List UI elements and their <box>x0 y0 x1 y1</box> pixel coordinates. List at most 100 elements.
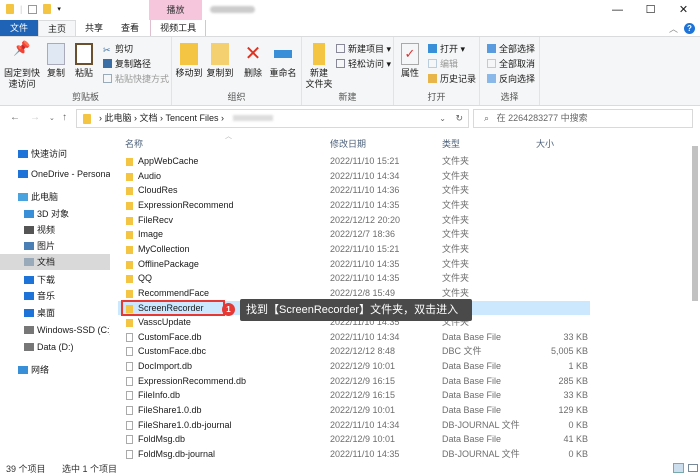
file-row[interactable]: CloudRes 2022/11/10 14:36 文件夹 <box>118 183 590 198</box>
easy-access-button[interactable]: 轻松访问 ▾ <box>336 57 391 71</box>
details-view-button[interactable] <box>673 463 684 473</box>
rename-button[interactable]: 重命名 <box>268 43 298 79</box>
invert-selection-button[interactable]: 反向选择 <box>487 72 535 86</box>
tab-file[interactable]: 文件 <box>0 20 39 36</box>
select-all-icon <box>487 44 496 53</box>
file-icon <box>126 362 133 372</box>
select-none-button[interactable]: 全部取消 <box>487 57 535 71</box>
open-button[interactable]: 打开 ▾ <box>428 42 465 56</box>
file-row[interactable]: FoldMsg.db 2022/12/9 10:01 Data Base Fil… <box>118 432 590 447</box>
sidebar-item[interactable]: 下载 <box>0 272 110 288</box>
breadcrumb[interactable]: › 此电脑 › 文档 › Tencent Files › <box>99 113 224 123</box>
folder-icon <box>126 260 133 269</box>
file-row[interactable]: FoldMsg.db-journal 2022/11/10 14:35 DB-J… <box>118 447 590 462</box>
sidebar-item[interactable]: OneDrive - Persona <box>0 166 110 182</box>
select-group-label: 选择 <box>500 92 519 102</box>
customize-dropdown-icon[interactable]: ▾ <box>57 5 61 13</box>
help-icon[interactable]: ? <box>684 23 695 34</box>
tab-home[interactable]: 主页 <box>38 20 77 36</box>
paste-shortcut-button[interactable]: 粘贴快捷方式 <box>103 72 169 86</box>
file-row[interactable]: OfflinePackage 2022/11/10 14:35 文件夹 <box>118 257 590 272</box>
sidebar-item[interactable]: Data (D:) <box>0 339 110 355</box>
large-icons-view-button[interactable] <box>688 464 698 472</box>
file-row[interactable]: FileShare1.0.db-journal 2022/11/10 14:34… <box>118 418 590 433</box>
new-folder-icon[interactable] <box>43 4 52 14</box>
properties-button[interactable]: ✓ 属性 <box>398 43 422 79</box>
file-name: CustomFace.db <box>138 331 202 342</box>
file-row[interactable]: DocImport.db 2022/12/9 10:01 Data Base F… <box>118 359 590 374</box>
maximize-button[interactable]: ☐ <box>634 2 667 18</box>
history-button[interactable]: 历史记录 <box>428 72 476 86</box>
sidebar-item[interactable]: 音乐 <box>0 288 110 304</box>
address-bar[interactable]: › 此电脑 › 文档 › Tencent Files › ⌄ ↻ <box>76 109 469 128</box>
easy-access-icon <box>336 59 345 68</box>
sidebar-item[interactable]: 视频 <box>0 222 110 238</box>
sidebar-item[interactable]: 快速访问 <box>0 146 110 162</box>
copy-to-button[interactable]: 复制到 <box>206 43 234 79</box>
copy-button[interactable]: 复制 <box>44 43 68 79</box>
back-button[interactable]: ← <box>10 112 20 123</box>
move-to-button[interactable]: 移动到 <box>175 43 203 79</box>
file-row[interactable]: CustomFace.dbc 2022/12/12 8:48 DBC 文件 5,… <box>118 344 590 359</box>
edit-button[interactable]: 编辑 <box>428 57 458 71</box>
file-type: DB-JOURNAL 文件 <box>442 449 520 459</box>
search-input[interactable]: ⌕ 在 2264283277 中搜索 <box>473 109 693 128</box>
column-date[interactable]: 修改日期 <box>330 137 366 150</box>
sidebar-item[interactable]: 图片 <box>0 238 110 254</box>
file-name: CloudRes <box>138 185 178 196</box>
sidebar-item[interactable]: 3D 对象 <box>0 206 110 222</box>
file-icon <box>126 347 133 357</box>
properties-icon[interactable] <box>28 4 38 14</box>
minimize-button[interactable]: — <box>601 2 634 18</box>
file-row[interactable]: FileInfo.db 2022/12/9 16:15 Data Base Fi… <box>118 388 590 403</box>
tab-view[interactable]: 查看 <box>112 20 148 36</box>
file-date: 2022/12/9 10:01 <box>330 361 396 372</box>
file-row[interactable]: AppWebCache 2022/11/10 15:21 文件夹 <box>118 154 590 169</box>
tab-video-tools[interactable]: 视频工具 <box>150 20 207 36</box>
sidebar-item[interactable]: 网络 <box>0 362 110 378</box>
tab-share[interactable]: 共享 <box>76 20 112 36</box>
column-type[interactable]: 类型 <box>442 137 460 150</box>
new-folder-button[interactable]: 新建 文件夹 <box>304 43 334 90</box>
navigation-pane: 快速访问 OneDrive - Persona 此电脑 3D 对象 视频 图片 文档下载 音乐… <box>0 136 110 462</box>
up-button[interactable]: ↑ <box>62 112 67 123</box>
sidebar-item[interactable]: Windows-SSD (C:) <box>0 322 110 338</box>
file-row[interactable]: ExpressionRecommend.db 2022/12/9 16:15 D… <box>118 374 590 389</box>
close-button[interactable]: ✕ <box>667 2 700 18</box>
new-item-button[interactable]: 新建项目 ▾ <box>336 42 391 56</box>
sidebar-item[interactable]: 桌面 <box>0 305 110 321</box>
address-dropdown[interactable]: ⌄ <box>439 110 446 127</box>
sidebar-item[interactable]: 文档 <box>0 254 110 270</box>
column-size[interactable]: 大小 <box>536 137 554 150</box>
copy-path-button[interactable]: 复制路径 <box>103 57 151 71</box>
file-row[interactable]: CustomFace.db 2022/11/10 14:34 Data Base… <box>118 330 590 345</box>
file-name: CustomFace.dbc <box>138 346 207 357</box>
file-row[interactable]: ExpressionRecommend 2022/11/10 14:35 文件夹 <box>118 198 590 213</box>
select-all-button[interactable]: 全部选择 <box>487 42 535 56</box>
file-row[interactable]: MyCollection 2022/11/10 15:21 文件夹 <box>118 242 590 257</box>
file-name: FileShare1.0.db-journal <box>138 419 232 430</box>
file-row[interactable]: Image 2022/12/7 18:36 文件夹 <box>118 227 590 242</box>
pin-quick-access-button[interactable]: 📌 固定到快速访问 <box>3 41 41 90</box>
file-row[interactable]: Audio 2022/11/10 14:34 文件夹 <box>118 169 590 184</box>
window-controls: — ☐ ✕ <box>601 2 700 18</box>
refresh-icon[interactable]: ↻ <box>455 110 463 127</box>
sidebar-item-icon <box>24 343 34 351</box>
file-size: 0 KB <box>568 449 588 459</box>
column-name[interactable]: 名称 <box>125 137 143 150</box>
forward-button[interactable]: → <box>30 112 40 123</box>
sidebar-item[interactable]: 此电脑 <box>0 189 110 205</box>
recent-dropdown[interactable]: ⌄ <box>49 114 55 122</box>
paste-button[interactable]: 粘贴 <box>72 43 96 79</box>
cut-button[interactable]: ✂ 剪切 <box>103 42 133 56</box>
collapse-ribbon-icon[interactable]: ︿ <box>669 22 678 35</box>
file-type: DBC 文件 <box>442 346 482 357</box>
delete-button[interactable]: ✕ 删除 <box>241 43 265 79</box>
sidebar-item-icon <box>24 309 34 317</box>
file-name: ExpressionRecommend <box>138 199 234 210</box>
file-row[interactable]: FileRecv 2022/12/12 20:20 文件夹 <box>118 213 590 228</box>
open-group: ✓ 属性 打开 ▾ 编辑 历史记录 打开 <box>394 37 480 105</box>
file-row[interactable]: QQ 2022/11/10 14:35 文件夹 <box>118 271 590 286</box>
file-row[interactable]: FileShare1.0.db 2022/12/9 10:01 Data Bas… <box>118 403 590 418</box>
scrollbar-thumb[interactable] <box>692 146 698 301</box>
